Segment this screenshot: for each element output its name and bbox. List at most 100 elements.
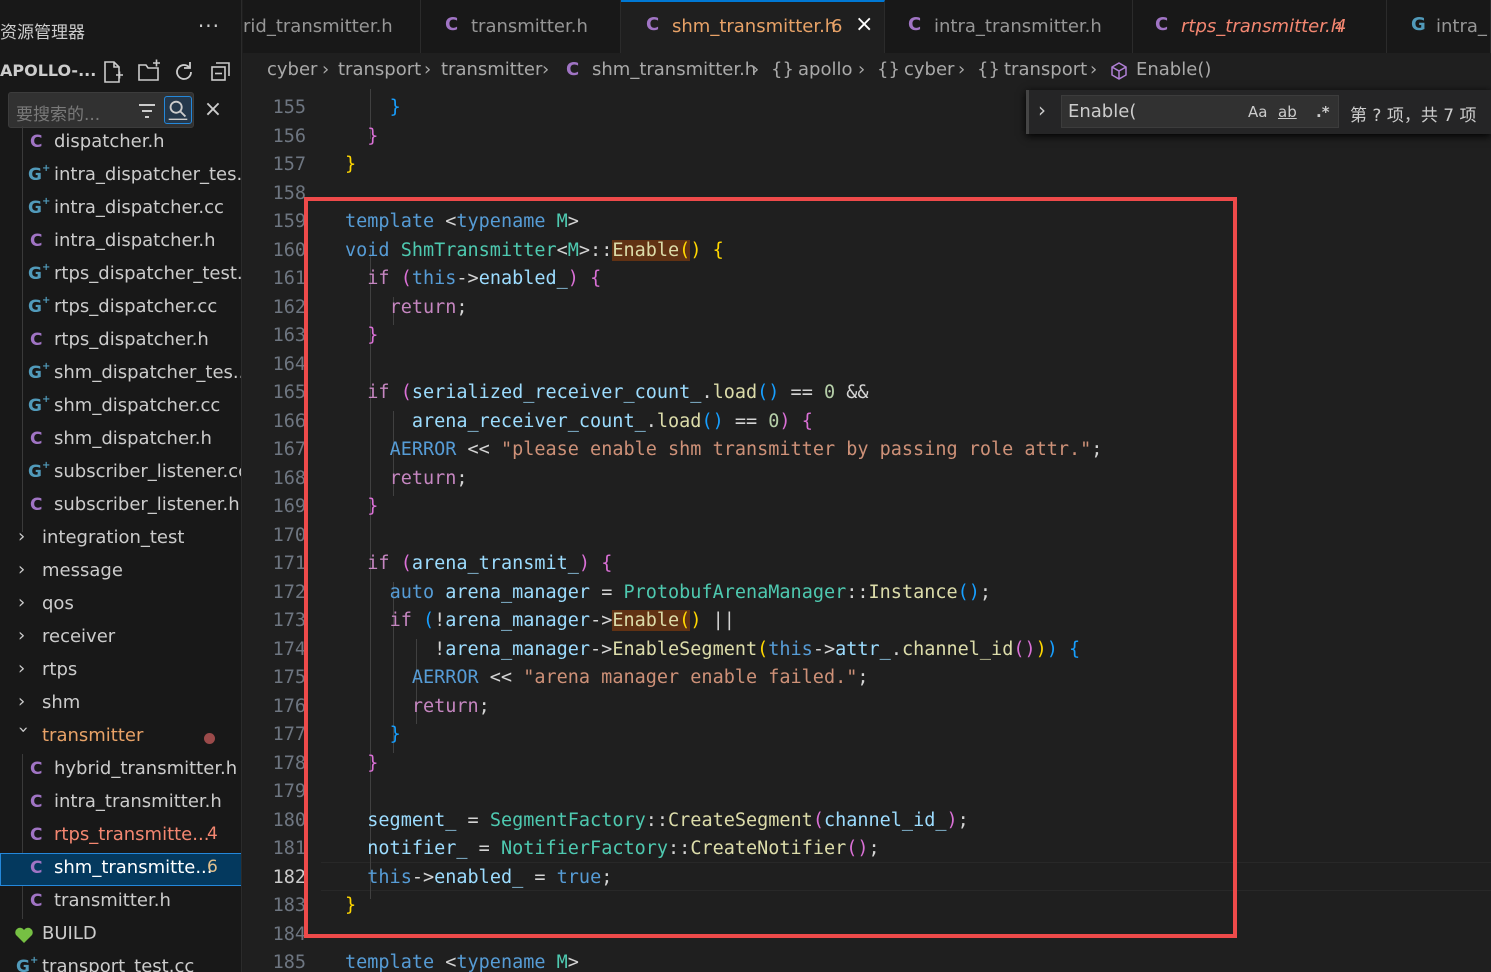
breadcrumb-item[interactable]: cyber <box>267 59 317 80</box>
breadcrumb-item[interactable]: transport <box>1004 59 1087 80</box>
new-file-icon[interactable] <box>99 59 125 85</box>
file-item[interactable]: Crtps_transmitte... 4 <box>0 820 241 853</box>
file-item[interactable]: G+ transport_test.cc <box>0 952 241 972</box>
chevron-right-icon: › <box>322 59 330 80</box>
file-item[interactable]: G+ rtps_dispatcher_test... <box>0 259 242 292</box>
explorer-search-input[interactable]: 要搜索的... <box>8 92 194 128</box>
line-number: 169 <box>272 496 306 517</box>
line-number: 177 <box>272 724 306 745</box>
line-number: 161 <box>272 268 306 289</box>
tab-rtps-transmitter[interactable]: Crtps_transmitter.h 4 <box>1133 0 1387 53</box>
line-number: 185 <box>272 952 306 972</box>
line-number: 164 <box>272 354 306 375</box>
c-header-icon: C <box>646 14 660 35</box>
file-item[interactable]: G+ shm_dispatcher.cc <box>0 391 241 424</box>
file-item[interactable]: Cintra_dispatcher.h <box>0 226 241 259</box>
folder-item[interactable]: › message <box>0 556 241 589</box>
folder-label: transmitter <box>42 725 144 746</box>
chevron-down-icon: › <box>13 726 34 734</box>
project-header[interactable]: APOLLO-... <box>0 57 241 87</box>
file-item[interactable]: G+ subscriber_listener.cc <box>0 457 241 490</box>
file-item[interactable]: Chybrid_transmitter.h <box>0 754 241 787</box>
tab-transmitter[interactable]: Ctransmitter.h <box>421 0 621 53</box>
find-input[interactable]: Enable( Aa ab .* <box>1061 95 1339 128</box>
line-number: 181 <box>272 838 306 859</box>
tab-intra-transmitter[interactable]: Cintra_transmitter.h <box>885 0 1133 53</box>
line-number: 176 <box>272 696 306 717</box>
tab-intra[interactable]: Gintra_ <box>1387 0 1491 53</box>
file-item[interactable]: BUILD <box>0 919 241 952</box>
tab-label: intra_transmitter.h <box>934 16 1102 37</box>
breadcrumb-item[interactable]: transport <box>338 59 421 80</box>
modified-dot-icon <box>204 733 215 744</box>
folder-item[interactable]: › receiver <box>0 622 241 655</box>
chevron-right-icon: › <box>542 59 550 80</box>
line-number: 157 <box>272 154 306 175</box>
tab-shm-transmitter[interactable]: Cshm_transmitter.h 6 × <box>621 0 885 53</box>
folder-label: rtps <box>42 659 78 680</box>
file-item[interactable]: Crtps_dispatcher.h <box>0 325 241 358</box>
file-item[interactable]: Ctransmitter.h <box>0 886 241 919</box>
cpp-file-icon: G+ <box>28 460 51 482</box>
bazel-heart-icon <box>15 927 33 943</box>
c-header-icon: C <box>30 231 43 251</box>
regex-icon[interactable]: .* <box>1316 103 1330 121</box>
file-label: hybrid_transmitter.h <box>54 758 238 779</box>
tab-label: shm_transmitter.h <box>672 16 837 37</box>
line-number: 184 <box>272 924 306 945</box>
more-actions-icon[interactable]: ··· <box>198 14 220 38</box>
file-item[interactable]: G+ rtps_dispatcher.cc <box>0 292 241 325</box>
breadcrumb-item[interactable]: shm_transmitter.h <box>592 59 756 80</box>
file-item[interactable]: Cshm_dispatcher.h <box>0 424 241 457</box>
chevron-right-icon: › <box>752 59 760 80</box>
file-item[interactable]: G+ intra_dispatcher_tes... <box>0 160 242 193</box>
c-header-icon: C <box>30 429 43 449</box>
whole-word-icon[interactable]: ab <box>1278 103 1297 121</box>
line-number: 158 <box>272 183 306 204</box>
filter-icon[interactable] <box>135 99 159 123</box>
file-item-selected[interactable]: Cshm_transmitte... 6 <box>0 853 241 886</box>
file-item[interactable]: G+ intra_dispatcher.cc <box>0 193 241 226</box>
line-number-current: 182 <box>272 867 306 888</box>
line-number: 156 <box>272 126 306 147</box>
close-search-icon[interactable]: × <box>202 98 224 122</box>
chevron-right-icon: › <box>18 592 26 613</box>
file-label: shm_dispatcher.cc <box>54 395 221 416</box>
file-label: intra_transmitter.h <box>54 791 222 812</box>
cpp-file-icon: G+ <box>16 955 39 972</box>
tab-label: rtps_transmitter.h <box>1181 16 1343 37</box>
folder-item[interactable]: › shm <box>0 688 241 721</box>
breadcrumb-item[interactable]: Enable() <box>1136 59 1211 80</box>
folder-item[interactable]: › rtps <box>0 655 241 688</box>
chevron-right-icon: › <box>18 526 26 547</box>
line-number: 173 <box>272 610 306 631</box>
folder-item[interactable]: › integration_test <box>0 523 241 556</box>
collapse-all-icon[interactable] <box>208 59 234 85</box>
refresh-icon[interactable] <box>171 59 197 85</box>
problem-count-badge: 6 <box>207 857 218 877</box>
breadcrumb-item[interactable]: cyber <box>904 59 954 80</box>
folder-item[interactable]: › qos <box>0 589 241 622</box>
tab-label: rid_transmitter.h <box>243 16 393 37</box>
method-cube-icon <box>1111 62 1127 80</box>
close-tab-icon[interactable]: × <box>855 12 873 37</box>
new-folder-icon[interactable] <box>136 59 162 85</box>
file-item[interactable]: Csubscriber_listener.h <box>0 490 241 523</box>
toggle-replace-icon[interactable]: › <box>1038 98 1046 122</box>
folder-item-transmitter[interactable]: › transmitter <box>0 721 241 754</box>
editor-tabs: rid_transmitter.h Ctransmitter.h Cshm_tr… <box>243 0 1491 53</box>
file-item[interactable]: G+ shm_dispatcher_tes... <box>0 358 241 391</box>
file-label: rtps_dispatcher_test... <box>54 263 242 284</box>
tab-hybrid-transmitter[interactable]: rid_transmitter.h <box>243 0 421 53</box>
match-case-icon[interactable]: Aa <box>1248 103 1267 121</box>
c-header-icon: C <box>908 14 922 35</box>
file-item[interactable]: Cdispatcher.h <box>0 127 241 160</box>
breadcrumb-item[interactable]: apollo <box>798 59 852 80</box>
file-item[interactable]: Cintra_transmitter.h <box>0 787 241 820</box>
file-label: intra_dispatcher_tes... <box>54 164 242 185</box>
cpp-file-icon: G <box>1411 14 1426 35</box>
line-number: 174 <box>272 639 306 660</box>
breadcrumb-item[interactable]: transmitter <box>441 59 542 80</box>
folder-label: shm <box>42 692 81 713</box>
fuzzy-match-icon[interactable] <box>164 96 192 124</box>
